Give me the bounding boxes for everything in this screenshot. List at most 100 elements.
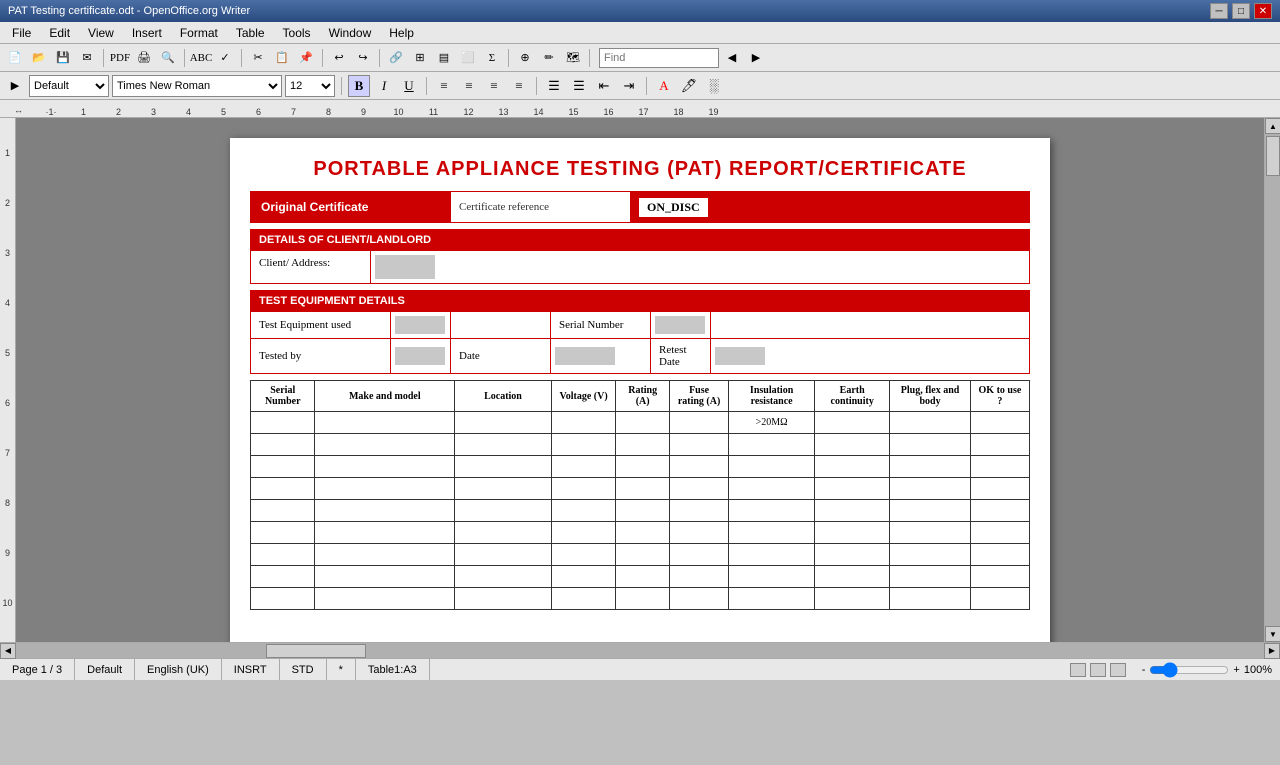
serial-num-input[interactable]: [651, 312, 711, 339]
bold-button[interactable]: B: [348, 75, 370, 97]
indent-button[interactable]: ⇥: [618, 75, 640, 97]
menu-format[interactable]: Format: [172, 22, 226, 43]
email-button[interactable]: ✉: [76, 47, 98, 69]
spellcheck-button[interactable]: ABC: [190, 47, 212, 69]
on-disc-value[interactable]: ON_DISC: [639, 198, 708, 217]
hyperlink-button[interactable]: 🔗: [385, 47, 407, 69]
table-button[interactable]: ⊞: [409, 47, 431, 69]
cell-voltage[interactable]: [551, 412, 615, 434]
cell-ok[interactable]: [970, 412, 1029, 434]
find-prev-button[interactable]: ◀: [721, 47, 743, 69]
th-earth-cont: Earth continuity: [815, 381, 890, 412]
underline-button[interactable]: U: [398, 75, 420, 97]
align-justify-button[interactable]: ≡: [508, 75, 530, 97]
tested-by-box[interactable]: [395, 347, 445, 365]
undo-button[interactable]: ↩: [328, 47, 350, 69]
menu-edit[interactable]: Edit: [41, 22, 78, 43]
scroll-down-button[interactable]: ▼: [1265, 626, 1280, 642]
pdf-button[interactable]: PDF: [109, 47, 131, 69]
h-scroll-right-button[interactable]: ▶: [1264, 643, 1280, 659]
tested-by-input[interactable]: [391, 339, 451, 374]
font-color-button[interactable]: A: [653, 75, 675, 97]
client-input-box[interactable]: [375, 255, 435, 279]
scroll-thumb[interactable]: [1266, 136, 1280, 176]
cell-fuse[interactable]: [670, 412, 729, 434]
view-single-icon[interactable]: [1070, 663, 1086, 677]
right-scrollbar[interactable]: ▲ ▼: [1264, 118, 1280, 642]
zoom-slider[interactable]: [1149, 662, 1229, 678]
serial-num-box[interactable]: [655, 316, 705, 334]
test-equip-input[interactable]: [391, 312, 451, 339]
formula-button[interactable]: Σ: [481, 47, 503, 69]
status-right: - + 100%: [1062, 662, 1280, 678]
list-button[interactable]: ☰: [543, 75, 565, 97]
paste-button[interactable]: 📌: [295, 47, 317, 69]
ruler: ↔ ·1· 1 2 3 4 5 6 7 8 9 10 11 12 13 14 1…: [0, 100, 1280, 118]
menu-help[interactable]: Help: [381, 22, 422, 43]
zoom-in-button[interactable]: ⊕: [514, 47, 536, 69]
h-scroll-thumb[interactable]: [266, 644, 366, 658]
menu-window[interactable]: Window: [321, 22, 380, 43]
find-next-button[interactable]: ▶: [745, 47, 767, 69]
copy-button[interactable]: 📋: [271, 47, 293, 69]
print-preview-button[interactable]: 🔍: [157, 47, 179, 69]
print-button[interactable]: 🖨: [133, 47, 155, 69]
cut-button[interactable]: ✂: [247, 47, 269, 69]
cell-serial[interactable]: [251, 412, 315, 434]
field-button[interactable]: ⬜: [457, 47, 479, 69]
menu-bar: File Edit View Insert Format Table Tools…: [0, 22, 1280, 44]
redo-button[interactable]: ↪: [352, 47, 374, 69]
draw-button[interactable]: ✏: [538, 47, 560, 69]
app-title: PAT Testing certificate.odt - OpenOffice…: [8, 5, 250, 17]
scroll-up-button[interactable]: ▲: [1265, 118, 1280, 134]
menu-view[interactable]: View: [80, 22, 122, 43]
navigator-button[interactable]: 🗺: [562, 47, 584, 69]
maximize-button[interactable]: □: [1232, 3, 1250, 19]
save-button[interactable]: 💾: [52, 47, 74, 69]
menu-file[interactable]: File: [4, 22, 39, 43]
cert-title: PORTABLE APPLIANCE TESTING (PAT) REPORT/…: [250, 158, 1030, 181]
highlight-button[interactable]: 🖊: [678, 75, 700, 97]
cell-insulation[interactable]: >20MΩ: [729, 412, 815, 434]
num-list-button[interactable]: ☰: [568, 75, 590, 97]
test-equip-box[interactable]: [395, 316, 445, 334]
doc-area[interactable]: PORTABLE APPLIANCE TESTING (PAT) REPORT/…: [16, 118, 1264, 642]
view-double-icon[interactable]: [1090, 663, 1106, 677]
size-select[interactable]: 12: [285, 75, 335, 97]
cell-location[interactable]: [455, 412, 552, 434]
style-select[interactable]: Default: [29, 75, 109, 97]
retest-date-box[interactable]: [715, 347, 765, 365]
find-input[interactable]: [599, 48, 719, 68]
menu-tools[interactable]: Tools: [275, 22, 319, 43]
font-select[interactable]: Times New Roman: [112, 75, 282, 97]
date-box[interactable]: [555, 347, 615, 365]
align-right-button[interactable]: ≡: [483, 75, 505, 97]
cell-make[interactable]: [315, 412, 455, 434]
insert-button[interactable]: ▤: [433, 47, 455, 69]
cell-plug[interactable]: [890, 412, 971, 434]
cell-rating[interactable]: [616, 412, 670, 434]
align-center-button[interactable]: ≡: [458, 75, 480, 97]
table-row: [251, 500, 1030, 522]
menu-table[interactable]: Table: [228, 22, 273, 43]
align-left-button[interactable]: ≡: [433, 75, 455, 97]
minimize-button[interactable]: ─: [1210, 3, 1228, 19]
view-book-icon[interactable]: [1110, 663, 1126, 677]
open-button[interactable]: 📂: [28, 47, 50, 69]
cell-earth[interactable]: [815, 412, 890, 434]
date-input[interactable]: [551, 339, 651, 374]
insert-mode: INSRT: [222, 659, 280, 680]
client-value-cell[interactable]: [371, 251, 1030, 284]
menu-insert[interactable]: Insert: [124, 22, 170, 43]
client-table: DETAILS OF CLIENT/LANDLORD Client/ Addre…: [250, 229, 1030, 284]
zoom-in-icon[interactable]: +: [1233, 664, 1239, 676]
outdent-button[interactable]: ⇤: [593, 75, 615, 97]
char-bg-button[interactable]: ░: [703, 75, 725, 97]
close-button[interactable]: ✕: [1254, 3, 1272, 19]
autocorrect-button[interactable]: ✓: [214, 47, 236, 69]
zoom-out-icon[interactable]: -: [1142, 664, 1146, 676]
new-button[interactable]: 📄: [4, 47, 26, 69]
retest-date-input[interactable]: [711, 339, 1030, 374]
h-scroll-left-button[interactable]: ◀: [0, 643, 16, 659]
italic-button[interactable]: I: [373, 75, 395, 97]
